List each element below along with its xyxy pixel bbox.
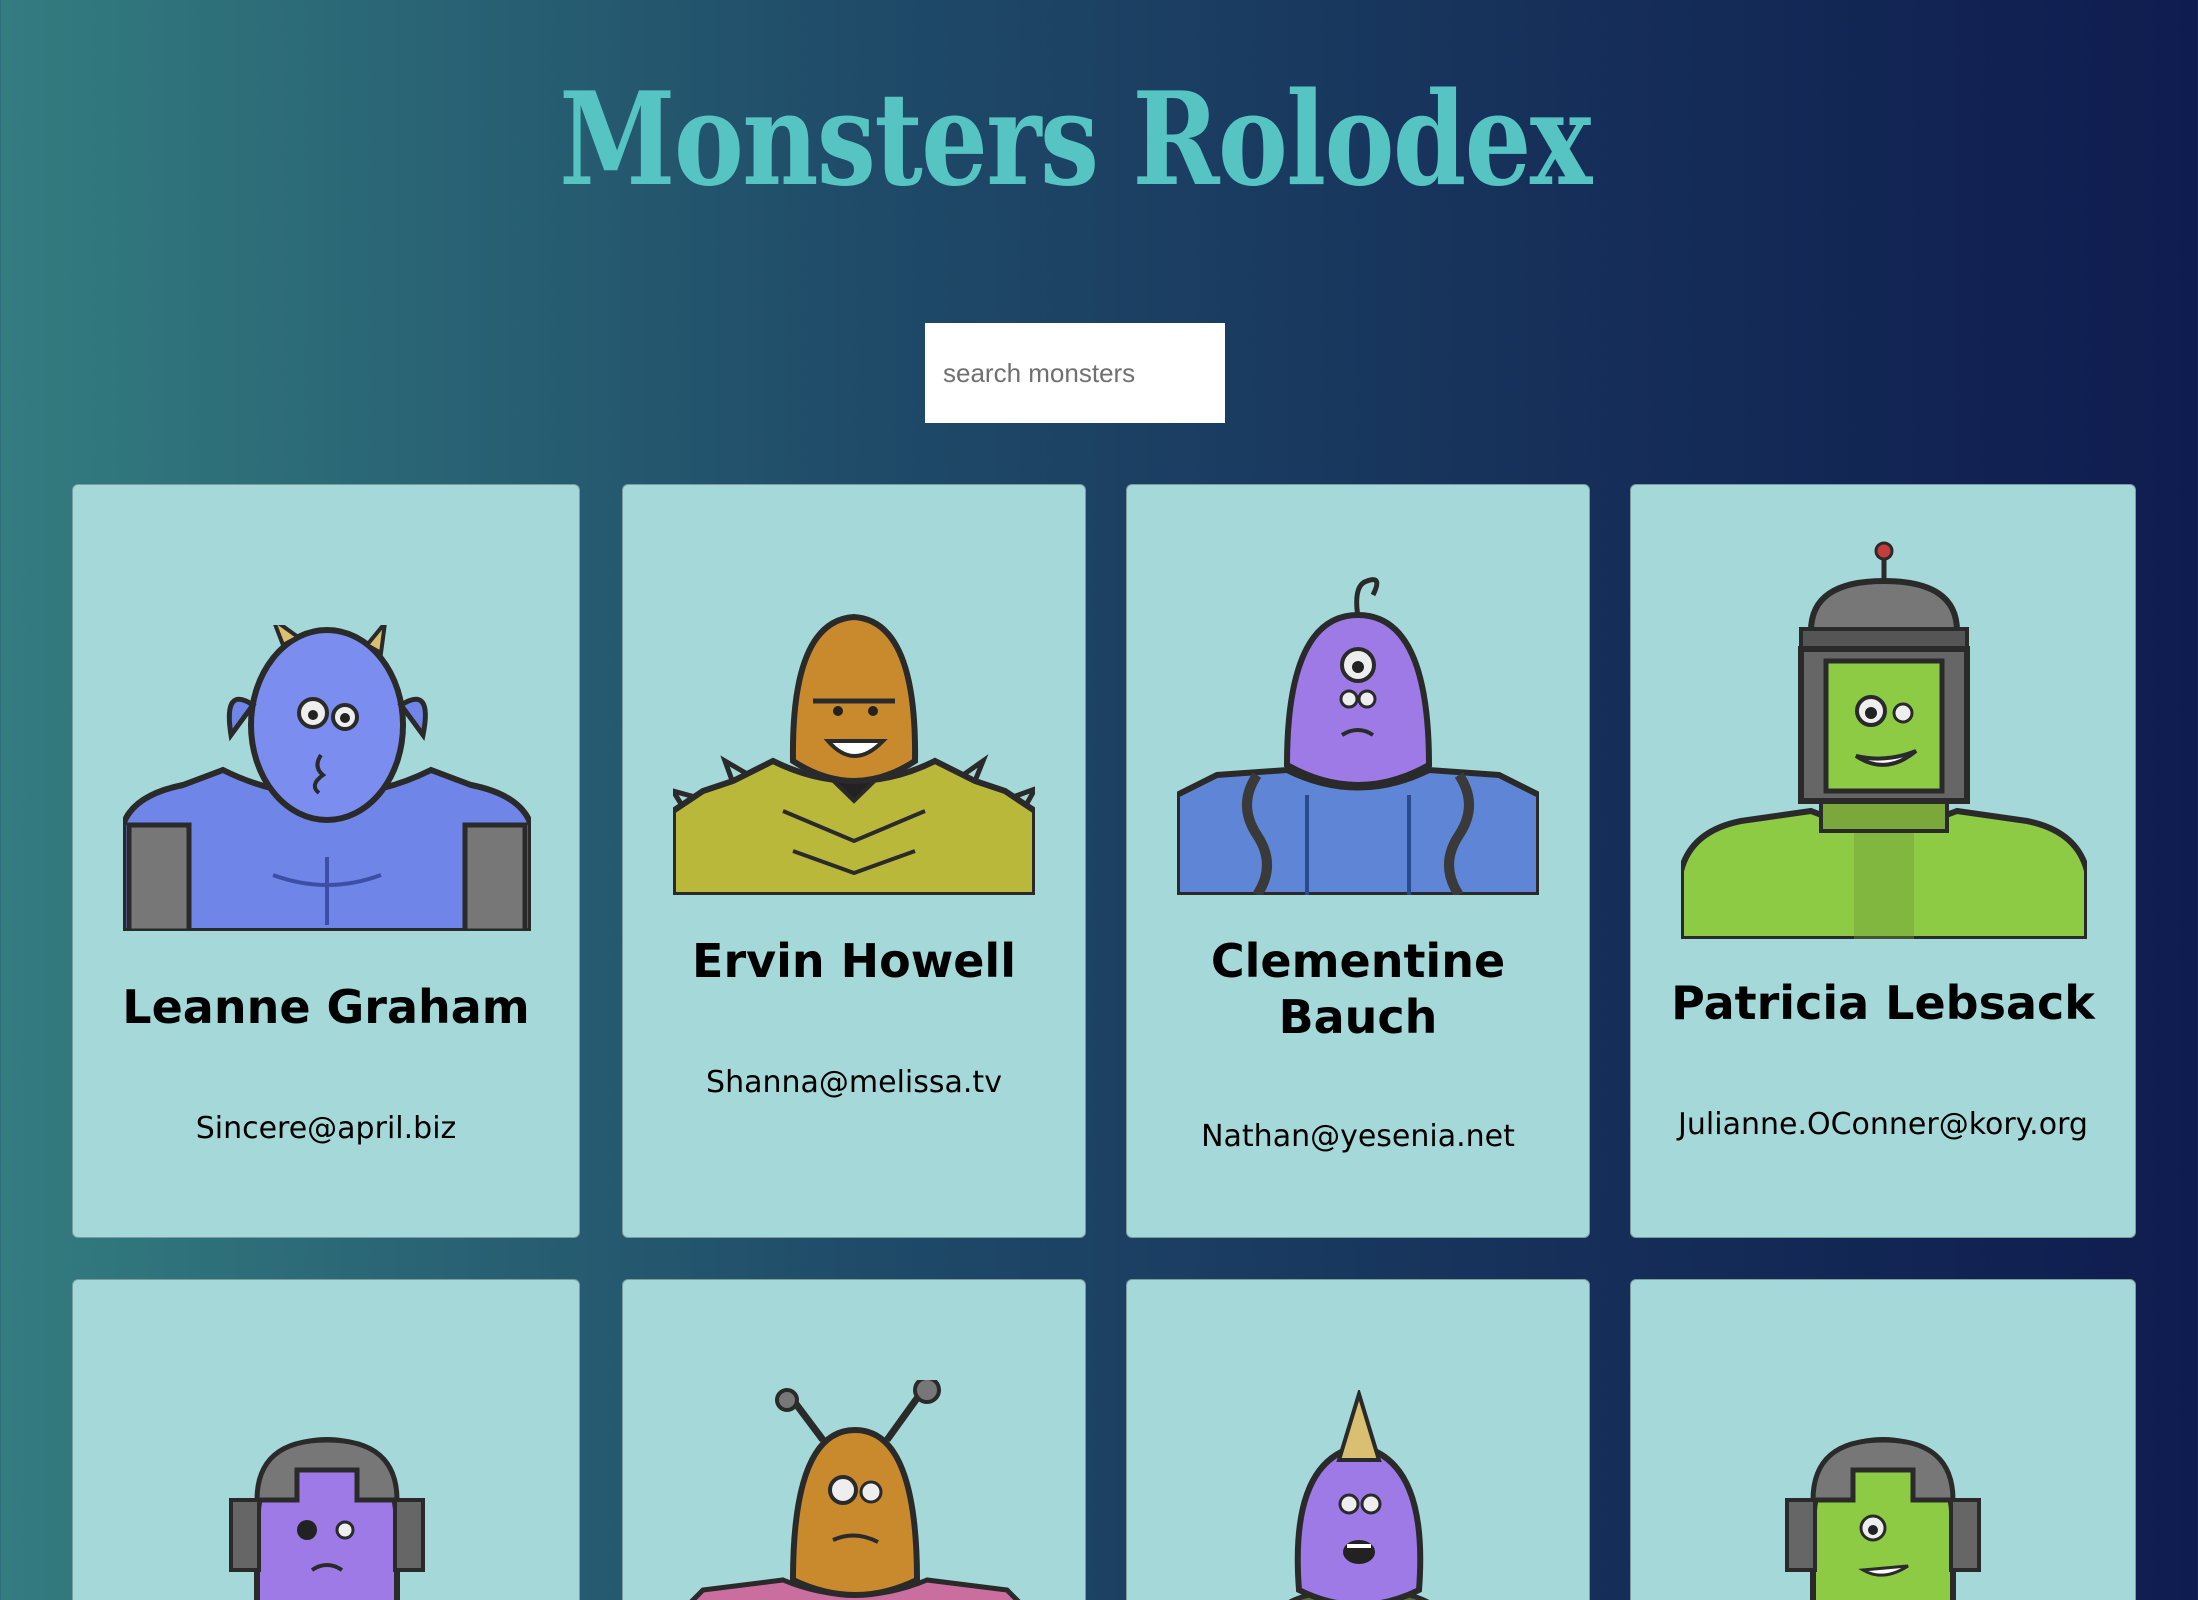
monster-email: Julianne.OConner@kory.org (1678, 1107, 2088, 1142)
monster-robot-image (1785, 1436, 1981, 1600)
monster-antenna-image (689, 1380, 1021, 1600)
monster-email: Nathan@yesenia.net (1201, 1119, 1515, 1154)
monster-helmet-image (1681, 541, 2087, 939)
monster-robot-image (229, 1436, 425, 1600)
monster-name: Ervin Howell (692, 934, 1016, 988)
monster-card[interactable] (1630, 1279, 2136, 1600)
monster-card[interactable]: Leanne Graham Sincere@april.biz (72, 484, 580, 1238)
monster-email: Shanna@melissa.tv (706, 1065, 1002, 1100)
monster-card[interactable]: Clementine Bauch Nathan@yesenia.net (1126, 484, 1590, 1238)
monster-cyclops-image (1177, 577, 1539, 895)
monster-name: Leanne Graham (122, 980, 530, 1034)
monster-name: Patricia Lebsack (1671, 976, 2095, 1030)
monster-card[interactable]: Patricia Lebsack Julianne.OConner@kory.o… (1630, 484, 2136, 1238)
monster-name: Clementine Bauch (1210, 934, 1506, 1044)
search-input[interactable] (925, 323, 1225, 423)
monster-card[interactable] (72, 1279, 580, 1600)
monster-card[interactable] (622, 1279, 1086, 1600)
monster-horned-image (123, 625, 531, 931)
monster-card[interactable]: Ervin Howell Shanna@melissa.tv (622, 484, 1086, 1238)
monster-email: Sincere@april.biz (195, 1111, 457, 1146)
monster-card[interactable] (1126, 1279, 1590, 1600)
monster-spiky-image (673, 613, 1035, 895)
page-title: Monsters Rolodex (559, 65, 1592, 215)
monster-unicorn-image (1288, 1390, 1430, 1600)
